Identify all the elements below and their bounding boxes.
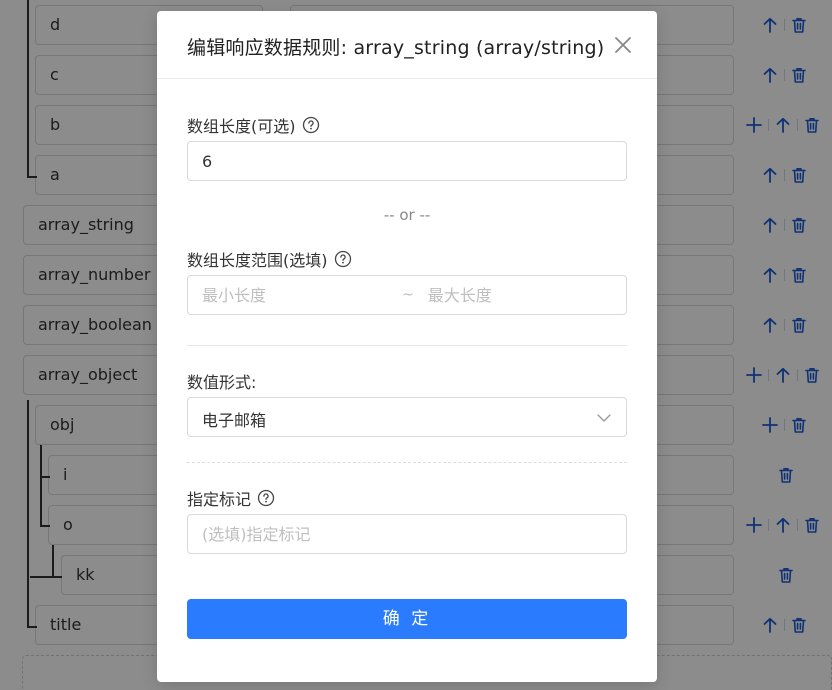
close-icon (615, 37, 631, 53)
array-length-range-label: 数组长度范围(选填) (187, 247, 352, 271)
help-circle-icon[interactable] (257, 489, 275, 507)
array-length-input[interactable] (187, 141, 627, 181)
range-min-input[interactable] (188, 277, 402, 313)
array-length-label-text: 数组长度(可选) (187, 117, 296, 136)
array-length-label: 数组长度(可选) (187, 113, 320, 137)
close-button[interactable] (613, 35, 633, 55)
chevron-down-icon (597, 414, 611, 422)
help-circle-icon[interactable] (302, 116, 320, 134)
array-length-range-label-text: 数组长度范围(选填) (187, 251, 328, 270)
tag-input[interactable] (187, 514, 627, 554)
range-max-input[interactable] (413, 277, 628, 313)
help-circle-icon[interactable] (334, 250, 352, 268)
dashed-divider (187, 462, 627, 463)
tag-label: 指定标记 (187, 486, 275, 510)
value-format-label: 数值形式: (187, 373, 257, 392)
tag-label-text: 指定标记 (187, 490, 252, 509)
value-format-select[interactable]: 电子邮箱 (187, 397, 627, 437)
edit-rule-modal: 编辑响应数据规则: array_string (array/string) 数组… (157, 11, 657, 682)
array-length-range: ~ (187, 275, 628, 315)
range-separator: ~ (402, 287, 414, 303)
modal-title: 编辑响应数据规则: array_string (array/string) (187, 37, 605, 59)
or-separator-text: -- or -- (383, 206, 431, 224)
modal-header: 编辑响应数据规则: array_string (array/string) (157, 11, 657, 79)
value-format-selected: 电子邮箱 (202, 411, 267, 430)
section-divider (187, 345, 627, 346)
confirm-button[interactable]: 确 定 (187, 599, 627, 639)
